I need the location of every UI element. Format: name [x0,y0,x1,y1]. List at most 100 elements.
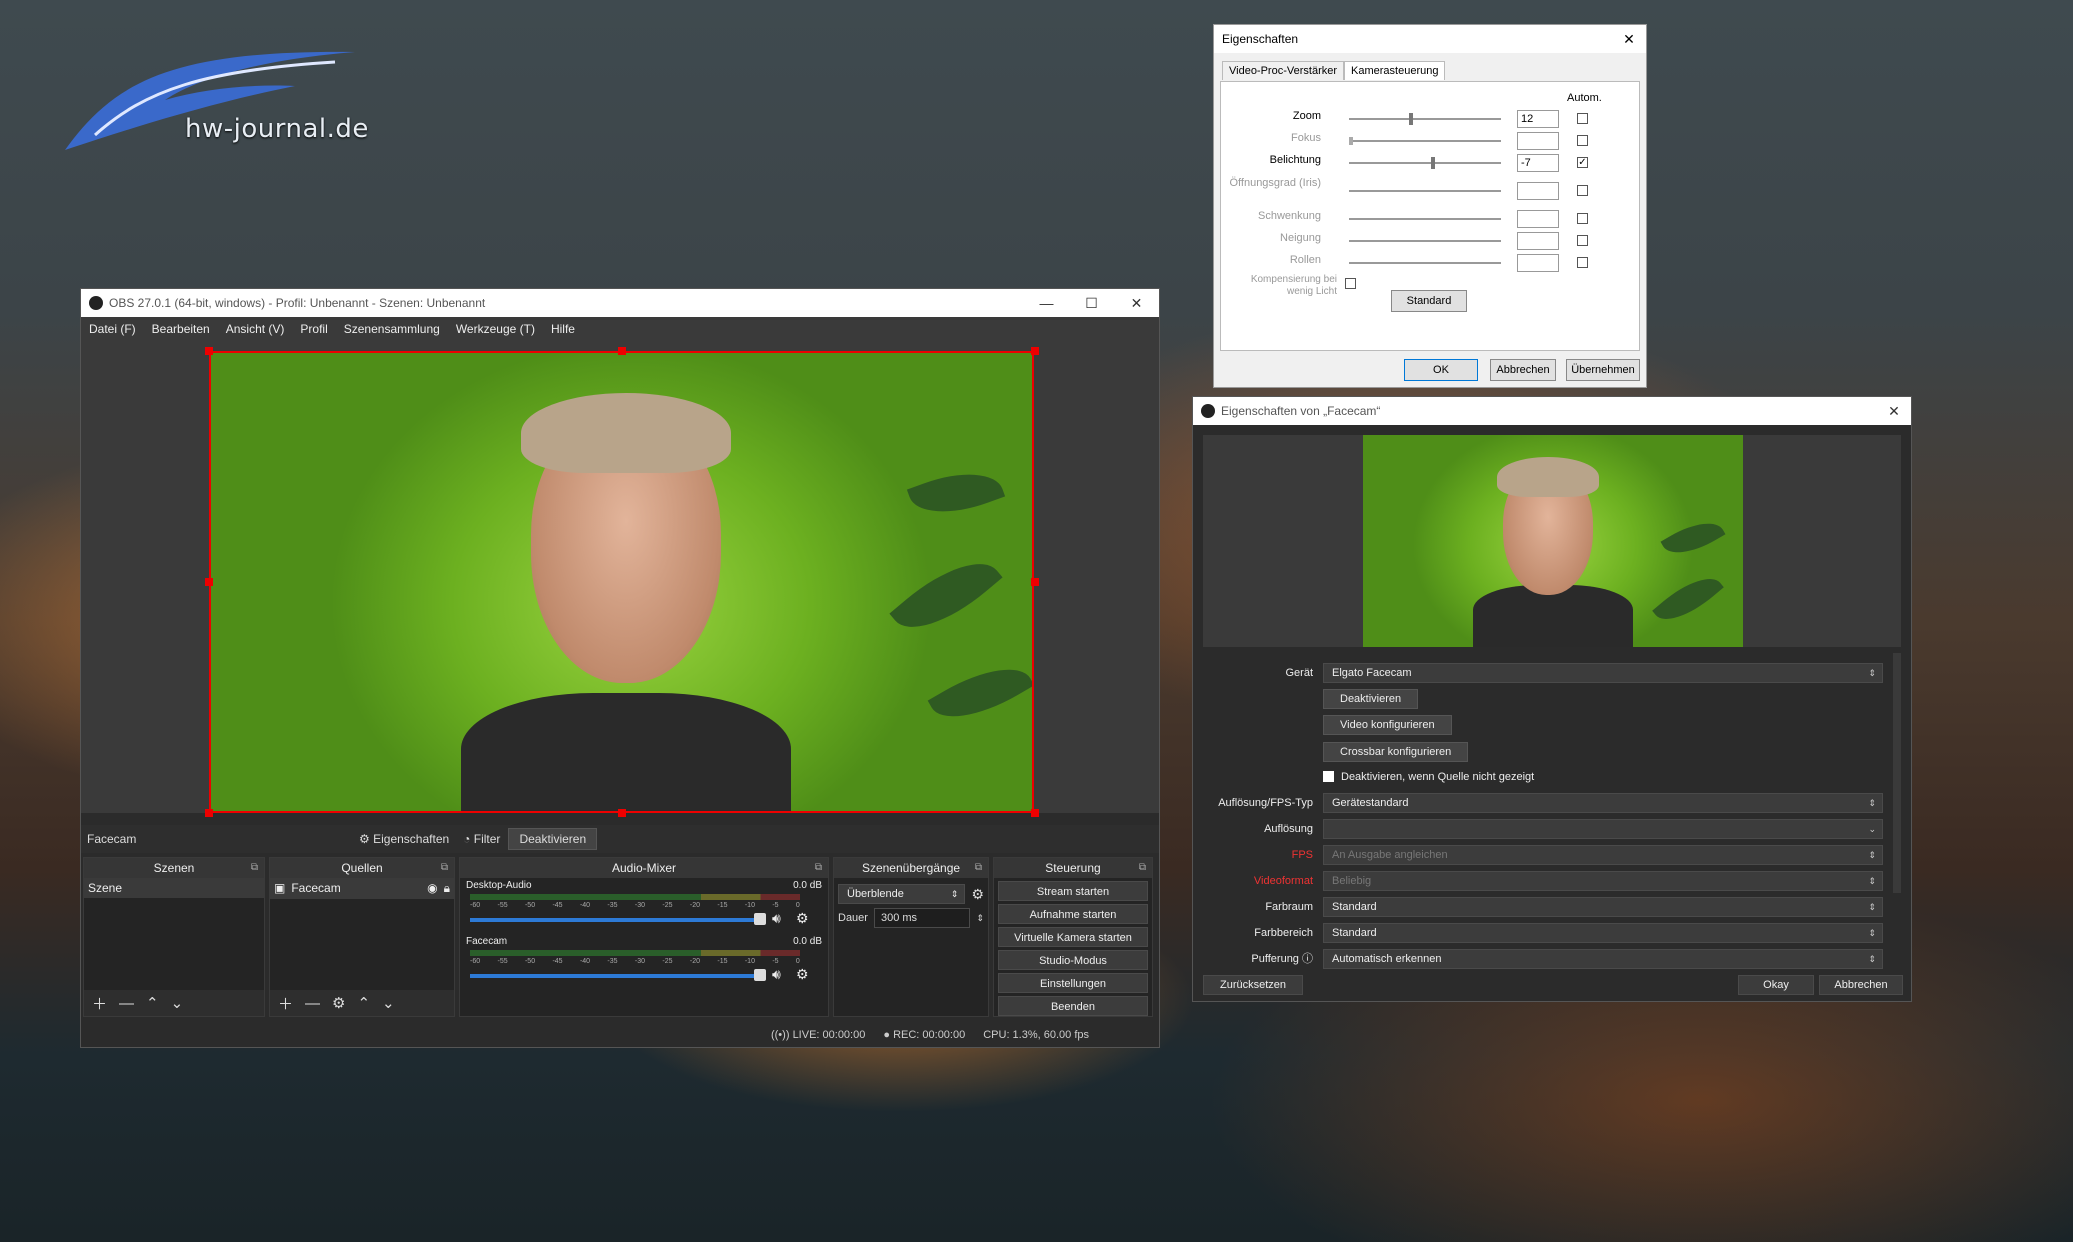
focus-slider-thumb[interactable] [1349,137,1353,145]
undock-icon[interactable]: ⧉ [815,858,822,878]
zoom-value[interactable]: 12 [1517,110,1559,128]
lowlight-checkbox[interactable] [1345,278,1356,289]
menu-tools[interactable]: Werkzeuge (T) [456,322,535,336]
exposure-slider-thumb[interactable] [1431,157,1435,169]
volume-slider[interactable] [470,918,760,922]
exposure-slider[interactable] [1349,162,1501,164]
resize-handle[interactable] [205,347,213,355]
ok-button[interactable]: OK [1404,359,1478,381]
roll-slider[interactable] [1349,262,1501,264]
tilt-value[interactable] [1517,232,1559,250]
gear-icon[interactable]: ⚙ [971,886,984,903]
gear-icon[interactable]: ⚙ [796,910,809,927]
cancel-button[interactable]: Abbrechen [1490,359,1556,381]
preview-canvas[interactable] [209,351,1034,813]
tab-camera-control[interactable]: Kamerasteuerung [1344,61,1446,80]
deactivate-button[interactable]: Deaktivieren [1323,689,1419,709]
resize-handle[interactable] [618,809,626,817]
reset-button[interactable]: Zurücksetzen [1203,975,1303,995]
buffering-select[interactable]: Automatisch erkennen ⇕ [1323,949,1883,969]
undock-icon[interactable]: ⧉ [1139,858,1146,878]
speaker-icon[interactable]: 🔊︎ [772,910,781,927]
undock-icon[interactable]: ⧉ [441,858,448,878]
scrollbar[interactable] [1893,653,1901,893]
iris-slider[interactable] [1349,190,1501,192]
resolution-select[interactable]: ⌄ [1323,819,1883,839]
resize-handle[interactable] [1031,578,1039,586]
maximize-button[interactable]: ☐ [1069,295,1114,312]
pan-auto-checkbox[interactable] [1577,213,1588,224]
standard-button[interactable]: Standard [1391,290,1467,312]
video-format-select[interactable]: Beliebig ⇕ [1323,871,1883,891]
lock-icon[interactable]: 🔒︎ [444,881,450,896]
volume-slider-knob[interactable] [754,969,766,981]
tab-video-proc-amp[interactable]: Video-Proc-Verstärker [1222,61,1345,80]
menu-scene-collection[interactable]: Szenensammlung [344,322,440,336]
undock-icon[interactable]: ⧉ [251,858,258,878]
start-stream-button[interactable]: Stream starten [998,881,1148,901]
color-space-select[interactable]: Standard ⇕ [1323,897,1883,917]
volume-slider-knob[interactable] [754,913,766,925]
roll-value[interactable] [1517,254,1559,272]
resize-handle[interactable] [1031,347,1039,355]
configure-crossbar-button[interactable]: Crossbar konfigurieren [1323,742,1469,762]
properties-button[interactable]: ⚙ Eigenschaften [359,832,449,846]
scene-item[interactable]: Szene [84,878,264,898]
move-down-icon[interactable]: ⌄ [171,994,184,1012]
remove-icon[interactable]: — [119,995,134,1012]
close-button[interactable]: ✕ [1612,31,1646,48]
speaker-icon[interactable]: 🔊︎ [772,966,781,983]
roll-auto-checkbox[interactable] [1577,257,1588,268]
close-button[interactable]: ✕ [1114,295,1159,312]
focus-value[interactable] [1517,132,1559,150]
resize-handle[interactable] [1031,809,1039,817]
hide-deactivate-checkbox[interactable] [1323,771,1334,782]
color-range-select[interactable]: Standard ⇕ [1323,923,1883,943]
start-recording-button[interactable]: Aufnahme starten [998,904,1148,924]
move-up-icon[interactable]: ⌃ [146,994,159,1012]
tilt-slider[interactable] [1349,240,1501,242]
resize-handle[interactable] [618,347,626,355]
cancel-button[interactable]: Abbrechen [1819,975,1903,995]
zoom-auto-checkbox[interactable] [1577,113,1588,124]
close-button[interactable]: ✕ [1877,403,1911,420]
exit-button[interactable]: Beenden [998,996,1148,1016]
move-down-icon[interactable]: ⌄ [382,994,395,1012]
apply-button[interactable]: Übernehmen [1566,359,1640,381]
menu-profile[interactable]: Profil [300,322,327,336]
transition-select[interactable]: Überblende ⇕ [838,884,966,904]
move-up-icon[interactable]: ⌃ [357,994,370,1012]
resize-handle[interactable] [205,578,213,586]
deactivate-button[interactable]: Deaktivieren [508,828,598,850]
iris-value[interactable] [1517,182,1559,200]
add-icon[interactable]: ＋ [92,993,107,1014]
spinner-icon[interactable]: ⇕ [976,913,984,924]
duration-input[interactable]: 300 ms [873,908,971,928]
okay-button[interactable]: Okay [1738,975,1814,995]
remove-icon[interactable]: — [305,995,320,1012]
pan-value[interactable] [1517,210,1559,228]
resolution-type-select[interactable]: Gerätestandard ⇕ [1323,793,1883,813]
start-virtual-camera-button[interactable]: Virtuelle Kamera starten [998,927,1148,947]
studio-mode-button[interactable]: Studio-Modus [998,950,1148,970]
menu-view[interactable]: Ansicht (V) [226,322,285,336]
settings-button[interactable]: Einstellungen [998,973,1148,993]
gear-icon[interactable]: ⚙ [796,966,809,983]
menu-file[interactable]: Datei (F) [89,322,136,336]
pan-slider[interactable] [1349,218,1501,220]
help-icon[interactable]: ⓘ [1302,953,1313,965]
volume-slider[interactable] [470,974,760,978]
resize-handle[interactable] [205,809,213,817]
add-icon[interactable]: ＋ [278,993,293,1014]
exposure-auto-checkbox[interactable]: ✓ [1577,157,1588,168]
focus-slider[interactable] [1349,140,1501,142]
filter-button[interactable]: ◔ Filter [463,832,500,846]
tilt-auto-checkbox[interactable] [1577,235,1588,246]
fps-select[interactable]: An Ausgabe angleichen ⇕ [1323,845,1883,865]
configure-video-button[interactable]: Video konfigurieren [1323,715,1452,735]
zoom-slider[interactable] [1349,118,1501,120]
iris-auto-checkbox[interactable] [1577,185,1588,196]
minimize-button[interactable]: — [1024,295,1069,311]
focus-auto-checkbox[interactable] [1577,135,1588,146]
source-item[interactable]: ▣ Facecam ◉ 🔒︎ [270,878,454,899]
